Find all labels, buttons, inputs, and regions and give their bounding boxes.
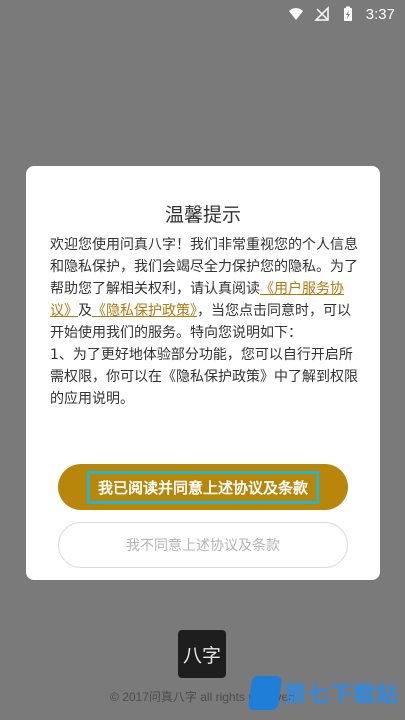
- status-bar: 3:37: [0, 0, 405, 28]
- wifi-icon: [288, 8, 303, 20]
- permission-paragraph: 1、为了更好地体验部分功能，您可以自行开启所需权限，你可以在《隐私保护政策》中了…: [50, 347, 358, 407]
- watermark-text: 第七下载站: [283, 683, 399, 708]
- intro-paragraph: 欢迎您使用问真八字！我们非常重视您的个人信息和隐私保护，我们会竭尽全力保护您的隐…: [50, 234, 362, 344]
- disagree-button[interactable]: 我不同意上述协议及条款: [58, 522, 348, 568]
- watermark: 第七下载站: [247, 676, 399, 710]
- agree-button-label: 我已阅读并同意上述协议及条款: [86, 470, 319, 504]
- no-signal-icon: [313, 6, 329, 21]
- dialog-title: 温馨提示: [164, 204, 241, 226]
- privacy-dialog: 温馨提示 欢迎您使用问真八字！我们非常重视您的个人信息和隐私保护，我们会竭尽全力…: [26, 166, 380, 580]
- status-time: 3:37: [365, 5, 395, 23]
- privacy-policy-link[interactable]: 《隐私保护政策》: [92, 303, 197, 319]
- watermark-logo-icon: [247, 676, 283, 710]
- battery-charging-icon: [343, 6, 352, 21]
- conjunction-text: 及: [78, 303, 92, 319]
- agree-button[interactable]: 我已阅读并同意上述协议及条款: [58, 464, 348, 510]
- dialog-body: 欢迎您使用问真八字！我们非常重视您的个人信息和隐私保护，我们会竭尽全力保护您的隐…: [50, 234, 362, 410]
- app-logo: 八字: [178, 630, 226, 678]
